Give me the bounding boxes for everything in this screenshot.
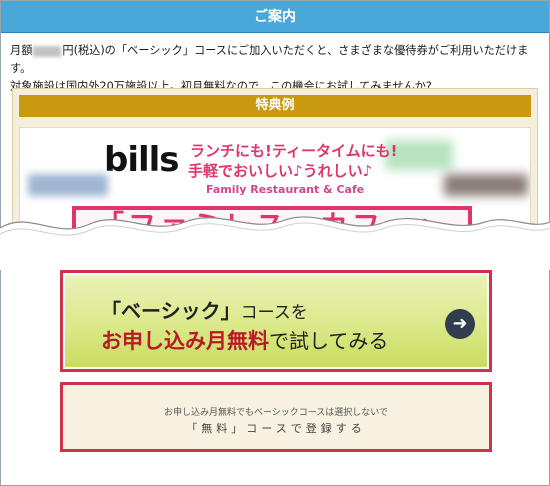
free-month-line: お申し込み月無料で試してみる (101, 325, 388, 355)
page-title: ご案内 (1, 1, 549, 33)
free-month-emphasis: お申し込み月無料 (101, 329, 269, 353)
banner-subtitle: Family Restaurant & Cafe (206, 183, 365, 196)
arrow-right-circle-icon: ➜ (445, 309, 475, 339)
blurred-logo-left (28, 174, 108, 196)
basic-course-line: 「ベーシック」コースを (101, 295, 308, 324)
intro-line-1: 月額 円(税込)の「ベーシック」コースにご加入いただくと、さまざまな優待券がご利用… (10, 42, 540, 78)
free-course-label: 「無料」コースで登録する (186, 422, 366, 435)
basic-course-trial-button-bg: 「ベーシック」コースを お申し込み月無料で試してみる ➜ (65, 275, 487, 367)
intro-line-1-prefix: 月額 (10, 44, 33, 57)
banner-slogan-1: ランチにも!ティータイムにも! (190, 142, 398, 160)
basic-course-suffix: コースを (240, 303, 308, 323)
basic-course-name: 「ベーシック」 (101, 299, 241, 323)
free-course-note: お申し込み月無料でもベーシックコースは選択しないで (163, 408, 389, 418)
blurred-logo-right (444, 174, 528, 196)
bills-logo: bills (104, 140, 180, 180)
basic-course-trial-button[interactable]: 「ベーシック」コースを お申し込み月無料で試してみる ➜ (60, 270, 492, 372)
banner-slogan-2: 手軽でおいしい♪うれしい♪ (188, 162, 373, 180)
free-course-register-button[interactable]: お申し込み月無料でもベーシックコースは選択しないで 「無料」コースで登録する (60, 382, 492, 452)
benefits-header: 特典例 (19, 95, 531, 117)
blurred-price (33, 45, 62, 57)
torn-edge-divider (0, 216, 550, 270)
try-it-text: で試してみる (269, 329, 389, 353)
intro-line-1-suffix: 円(税込)の「ベーシック」コースにご加入いただくと、さまざまな優待券がご利用いた… (10, 44, 529, 75)
